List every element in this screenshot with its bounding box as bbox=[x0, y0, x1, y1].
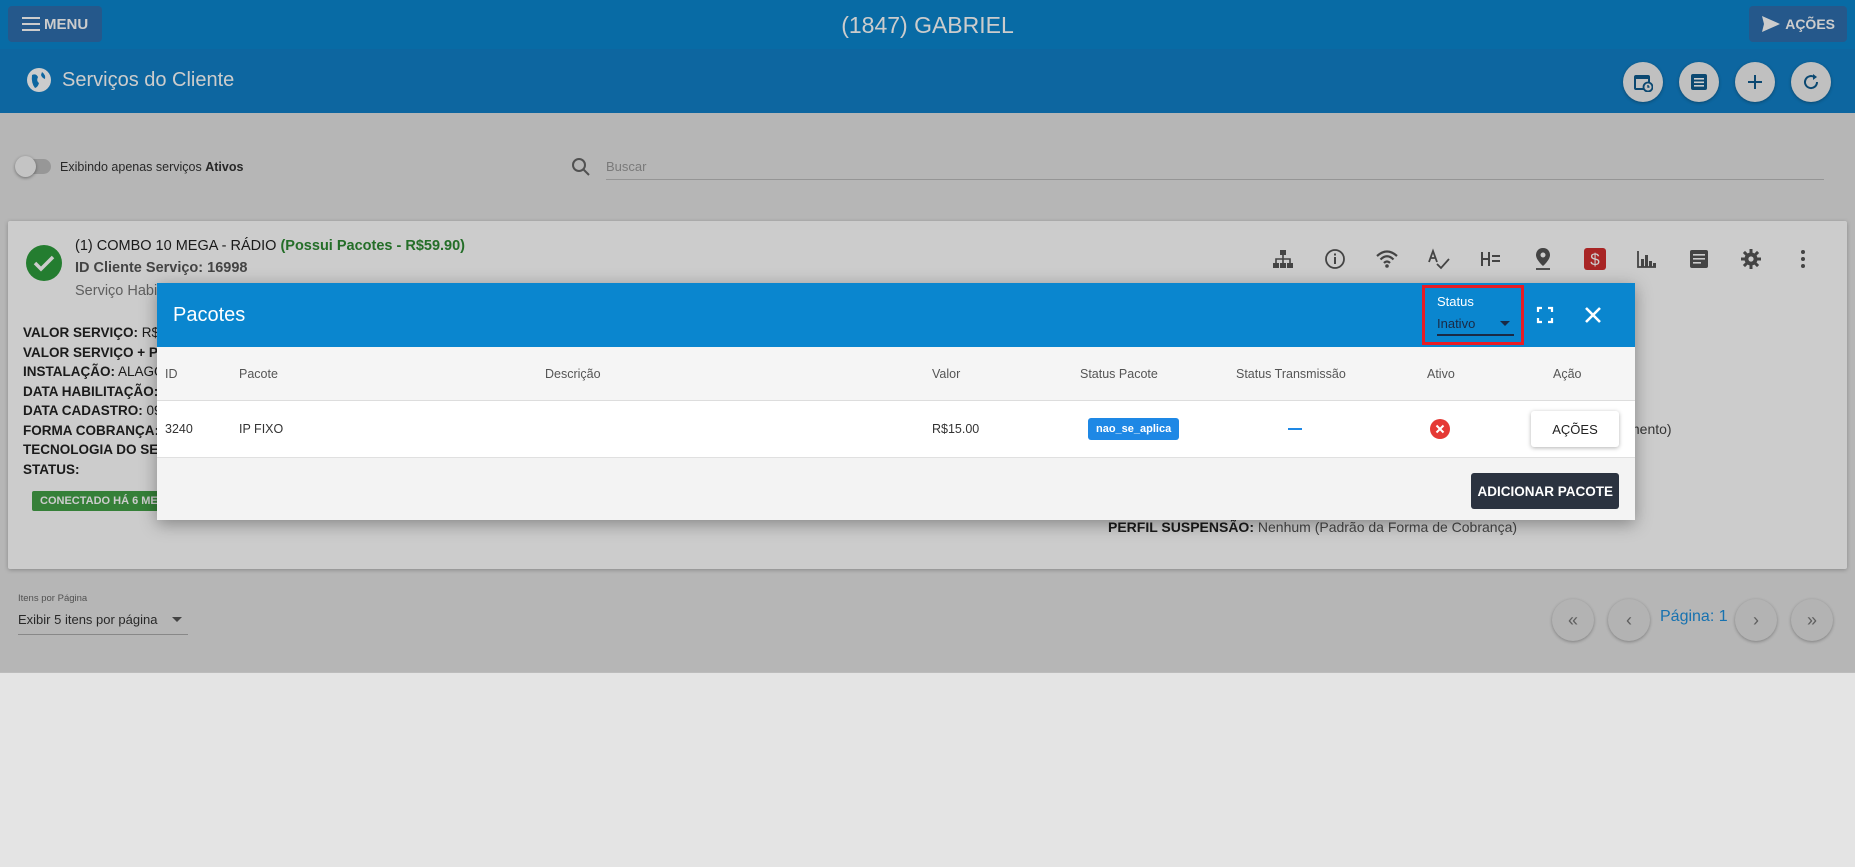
add-package-button[interactable]: ADICIONAR PACOTE bbox=[1471, 473, 1619, 509]
col-status-pacote[interactable]: Status Pacote bbox=[1080, 367, 1158, 381]
col-ativo[interactable]: Ativo bbox=[1427, 367, 1455, 381]
status-filter: Status Inativo bbox=[1422, 285, 1524, 345]
packages-modal: Pacotes Status Inativo ID Pacote Descriç… bbox=[157, 283, 1635, 520]
close-icon bbox=[1585, 307, 1601, 323]
close-button[interactable] bbox=[1581, 303, 1605, 327]
fullscreen-button[interactable] bbox=[1533, 303, 1557, 327]
inactive-x-icon bbox=[1430, 419, 1450, 439]
col-acao: Ação bbox=[1553, 367, 1582, 381]
col-pacote[interactable]: Pacote bbox=[239, 367, 278, 381]
status-label: Status bbox=[1437, 294, 1474, 309]
modal-title: Pacotes bbox=[173, 304, 246, 326]
col-id[interactable]: ID bbox=[165, 367, 178, 381]
fullscreen-icon bbox=[1536, 306, 1554, 324]
cell-valor: R$15.00 bbox=[932, 422, 980, 436]
table-row: 3240 IP FIXO R$15.00 nao_se_aplica AÇÕES bbox=[157, 401, 1635, 458]
status-select[interactable]: Inativo bbox=[1437, 314, 1514, 336]
caret-down-icon bbox=[1500, 321, 1510, 326]
transmission-dash-icon bbox=[1288, 428, 1302, 430]
col-valor[interactable]: Valor bbox=[932, 367, 960, 381]
modal-footer: ADICIONAR PACOTE bbox=[157, 458, 1635, 520]
cell-id: 3240 bbox=[165, 422, 193, 436]
table-header: ID Pacote Descrição Valor Status Pacote … bbox=[157, 347, 1635, 401]
cell-pacote: IP FIXO bbox=[239, 422, 284, 436]
row-actions-button[interactable]: AÇÕES bbox=[1531, 411, 1619, 447]
status-pacote-chip: nao_se_aplica bbox=[1088, 418, 1180, 440]
page-bottom bbox=[0, 672, 1855, 867]
col-descricao[interactable]: Descrição bbox=[545, 367, 601, 381]
col-status-transmissao[interactable]: Status Transmissão bbox=[1236, 367, 1346, 381]
modal-header: Pacotes Status Inativo bbox=[157, 283, 1635, 347]
